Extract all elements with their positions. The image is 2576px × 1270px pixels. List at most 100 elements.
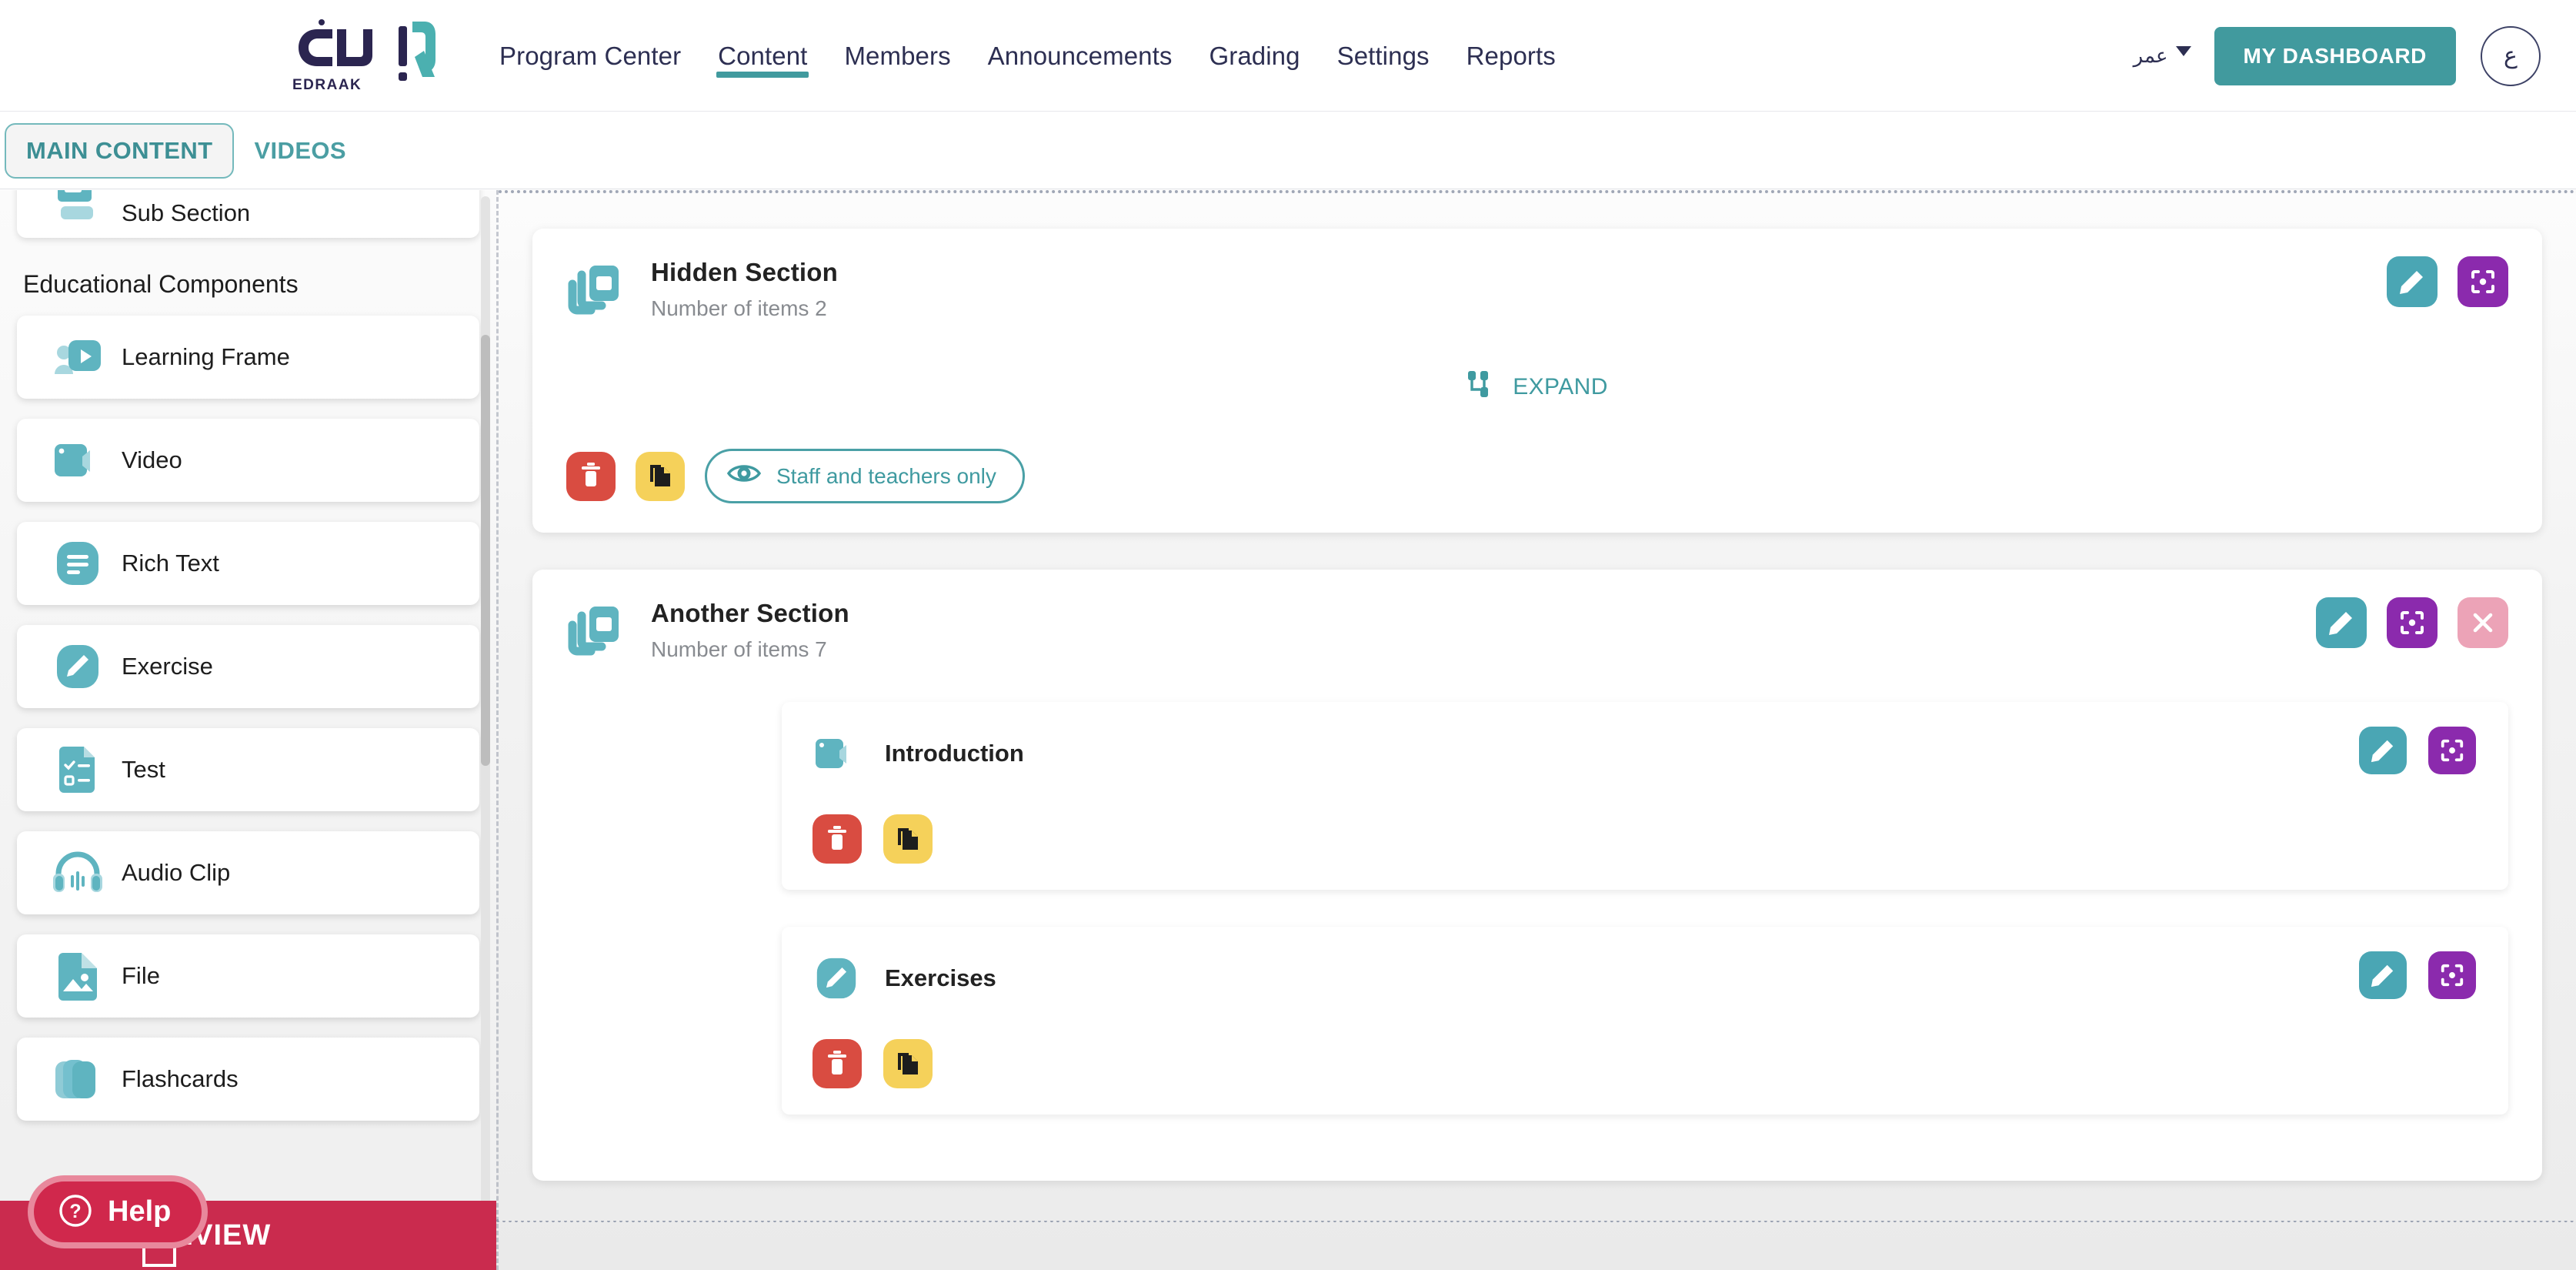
exercise-icon: [813, 954, 860, 1002]
sidebar-item-label: Video: [122, 446, 182, 473]
section-title: Hidden Section: [651, 258, 838, 286]
edit-item-button[interactable]: [2359, 727, 2407, 774]
tab-main-content[interactable]: MAIN CONTENT: [5, 122, 235, 179]
delete-item-button[interactable]: [813, 814, 862, 864]
section-icon: [566, 261, 625, 319]
section-card-hidden-section[interactable]: Hidden Section Number of items 2 EXPAND …: [532, 229, 2542, 533]
nav-item-members[interactable]: Members: [826, 0, 969, 112]
sub-card-exercises[interactable]: Exercises: [782, 927, 2508, 1115]
nav-item-content[interactable]: Content: [699, 0, 826, 112]
sidebar-scrollbar[interactable]: [481, 196, 490, 1220]
exercise-icon: [52, 641, 103, 692]
test-icon: [52, 744, 103, 795]
focus-section-button[interactable]: [2458, 256, 2508, 307]
sidebar-item-label: Rich Text: [122, 550, 219, 577]
pencil-icon: [2398, 268, 2426, 296]
sub-card-footer-actions: [813, 814, 2478, 864]
help-label: Help: [108, 1195, 172, 1228]
nav-item-reports[interactable]: Reports: [1448, 0, 1574, 112]
sidebar-item-label: Flashcards: [122, 1065, 239, 1092]
avatar[interactable]: ع: [2481, 25, 2541, 86]
focus-item-button[interactable]: [2428, 727, 2476, 774]
section-text: Another Section Number of items 7: [651, 599, 849, 662]
sidebar-item-label: Sub Section: [122, 199, 251, 226]
sidebar-scrollbar-thumb[interactable]: [481, 335, 490, 766]
section-icon: [566, 602, 625, 660]
sub-card-introduction[interactable]: Introduction: [782, 702, 2508, 890]
nav-item-grading[interactable]: Grading: [1190, 0, 1318, 112]
sub-section-icon: [52, 190, 103, 227]
focus-item-button[interactable]: [2428, 951, 2476, 999]
duplicate-section-button[interactable]: [636, 451, 685, 501]
components-sidebar: Sub Section Educational Components Learn…: [0, 190, 496, 1270]
sidebar-item-learning-frame[interactable]: Learning Frame: [17, 316, 479, 399]
learning-frame-icon: [52, 332, 103, 383]
sub-card-title: Introduction: [885, 740, 1024, 767]
expand-icon: [1467, 369, 1496, 406]
app-root: EDRAAK Program Center Content Members An…: [0, 0, 2576, 1270]
content-tabbar: MAIN CONTENT VIDEOS: [0, 112, 2576, 189]
audio-clip-icon: [52, 847, 103, 898]
section-actions: [2387, 256, 2508, 307]
sidebar-item-audio-clip[interactable]: Audio Clip: [17, 831, 479, 914]
pencil-icon: [2327, 609, 2355, 637]
sidebar-item-test[interactable]: Test: [17, 728, 479, 811]
focus-section-button[interactable]: [2387, 597, 2438, 648]
focus-icon: [2469, 268, 2497, 296]
chevron-down-icon[interactable]: [2175, 46, 2191, 56]
file-icon: [52, 951, 103, 1001]
sub-card-footer-actions: [813, 1039, 2478, 1088]
sub-card-header: Exercises: [813, 954, 2478, 1002]
edit-item-button[interactable]: [2359, 951, 2407, 999]
trash-icon: [825, 825, 849, 854]
expand-label: EXPAND: [1513, 374, 1608, 399]
collapse-section-button[interactable]: [2458, 597, 2508, 648]
sidebar-item-label: Exercise: [122, 653, 213, 680]
copy-icon: [896, 1050, 920, 1078]
sidebar-group-title: Educational Components: [23, 270, 299, 298]
section-footer-actions: Staff and teachers only: [566, 449, 2508, 503]
nav-item-settings[interactable]: Settings: [1319, 0, 1448, 112]
nav-item-program-center[interactable]: Program Center: [481, 0, 699, 112]
sub-card-actions: [2359, 951, 2476, 999]
sidebar-item-exercise[interactable]: Exercise: [17, 625, 479, 708]
edit-section-button[interactable]: [2387, 256, 2438, 307]
section-header: Another Section Number of items 7: [566, 599, 2508, 662]
section-text: Hidden Section Number of items 2: [651, 258, 838, 321]
section-title: Another Section: [651, 599, 849, 627]
copy-icon: [648, 462, 672, 490]
expand-section-button[interactable]: EXPAND: [1467, 369, 1608, 406]
focus-icon: [2398, 609, 2426, 637]
section-actions: [2316, 597, 2508, 648]
visibility-label: Staff and teachers only: [776, 463, 996, 488]
section-card-another-section[interactable]: Another Section Number of items 7 Introd…: [532, 570, 2542, 1181]
focus-icon: [2439, 737, 2465, 764]
delete-section-button[interactable]: [566, 451, 616, 501]
tab-videos[interactable]: VIDEOS: [234, 125, 366, 177]
duplicate-item-button[interactable]: [883, 814, 933, 864]
nav-item-announcements[interactable]: Announcements: [969, 0, 1191, 112]
help-button[interactable]: ? Help: [28, 1175, 209, 1248]
duplicate-item-button[interactable]: [883, 1039, 933, 1088]
sidebar-item-file[interactable]: File: [17, 934, 479, 1018]
visibility-badge[interactable]: Staff and teachers only: [705, 449, 1025, 503]
sidebar-item-label: Test: [122, 756, 165, 783]
delete-item-button[interactable]: [813, 1039, 862, 1088]
pencil-icon: [2370, 962, 2396, 988]
content-canvas: Hidden Section Number of items 2 EXPAND …: [499, 193, 2576, 1221]
sidebar-item-flashcards[interactable]: Flashcards: [17, 1038, 479, 1121]
sub-card-header: Introduction: [813, 730, 2478, 777]
sidebar-item-video[interactable]: Video: [17, 419, 479, 502]
trash-icon: [579, 462, 603, 490]
section-header: Hidden Section Number of items 2: [566, 258, 2508, 321]
edit-section-button[interactable]: [2316, 597, 2367, 648]
top-navbar: EDRAAK Program Center Content Members An…: [0, 0, 2576, 112]
pencil-icon: [2370, 737, 2396, 764]
flashcards-icon: [52, 1054, 103, 1105]
sidebar-item-sub-section[interactable]: Sub Section: [17, 190, 479, 238]
svg-text:?: ?: [69, 1201, 81, 1222]
sidebar-item-label: Audio Clip: [122, 859, 231, 886]
my-dashboard-button[interactable]: MY DASHBOARD: [2214, 26, 2456, 85]
edraak-logo[interactable]: EDRAAK: [271, 17, 448, 94]
sidebar-item-rich-text[interactable]: Rich Text: [17, 522, 479, 605]
